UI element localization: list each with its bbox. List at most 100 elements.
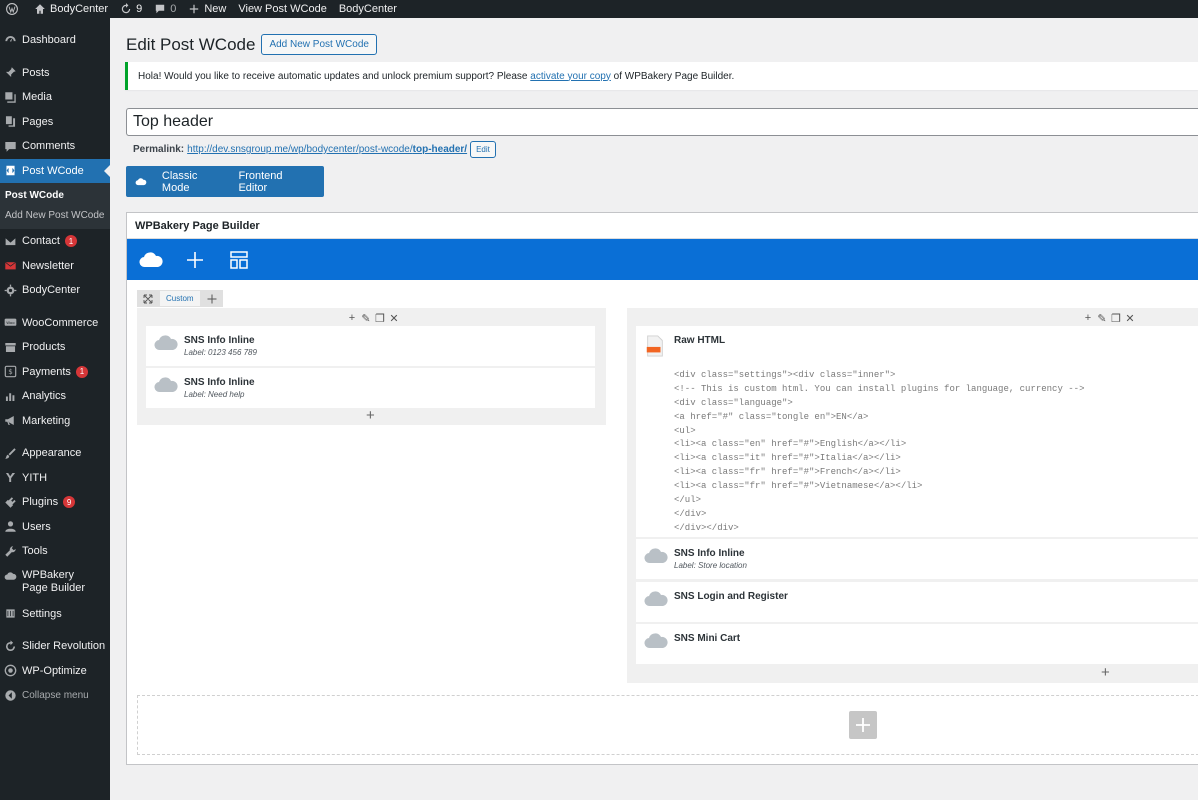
submenu-item-add-new[interactable]: Add New Post WCode xyxy=(0,205,110,225)
new-content-link[interactable]: New xyxy=(182,0,232,18)
sidebar-item-label: WPBakery Page Builder xyxy=(22,568,85,594)
permalink-slug: top-header/ xyxy=(412,144,468,155)
sidebar-item-slider-revolution[interactable]: Slider Revolution xyxy=(0,634,110,659)
column-add-plus-icon[interactable]: + xyxy=(1081,311,1095,325)
comments-link[interactable]: 0 xyxy=(148,0,182,18)
sidebar-item-bodycenter[interactable]: BodyCenter xyxy=(0,278,110,303)
view-post-link[interactable]: View Post WCode xyxy=(232,0,332,18)
column-delete-close-icon[interactable]: ✕ xyxy=(387,311,401,325)
add-new-post-button[interactable]: Add New Post WCode xyxy=(261,34,377,55)
notice-text-after: of WPBakery Page Builder. xyxy=(610,70,735,82)
contact-count-badge: 1 xyxy=(64,235,77,248)
column-add-plus-icon[interactable]: + xyxy=(345,311,359,325)
comments-icon xyxy=(4,140,17,153)
sidebar-item-label: Pages xyxy=(22,115,54,128)
sidebar-item-woocommerce[interactable]: Woo WooCommerce xyxy=(0,311,110,336)
sidebar-item-media[interactable]: Media xyxy=(0,85,110,110)
sidebar-item-label: WP-Optimize xyxy=(22,664,87,677)
sidebar-item-label: Media xyxy=(22,91,52,104)
raw-html-code: <div class="settings"><div class="inner"… xyxy=(674,355,1084,536)
code-line: </ul> xyxy=(674,495,702,506)
sidebar-item-dashboard[interactable]: Dashboard xyxy=(0,28,110,53)
sidebar-item-wp-optimize[interactable]: WP-Optimize xyxy=(0,659,110,684)
updates-link[interactable]: 9 xyxy=(114,0,148,18)
element-sns-mini-cart[interactable]: SNS Mini Cart xyxy=(636,624,1198,664)
element-sns-login-register[interactable]: SNS Login and Register xyxy=(636,582,1198,622)
sidebar-item-plugins[interactable]: Plugins 9 xyxy=(0,490,110,515)
svg-text:$: $ xyxy=(8,367,13,376)
element-label: Label: Need help xyxy=(184,390,245,399)
permalink-link[interactable]: http://dev.snsgroup.me/wp/bodycenter/pos… xyxy=(187,144,467,155)
sidebar-item-appearance[interactable]: Appearance xyxy=(0,441,110,466)
code-line: </div></div> xyxy=(674,522,739,533)
sidebar-item-payments[interactable]: $ Payments 1 xyxy=(0,360,110,385)
permalink-base: http://dev.snsgroup.me/wp/bodycenter/pos… xyxy=(187,144,413,155)
admin-sidebar: Dashboard Posts Media Pages Comments Pos… xyxy=(0,18,110,800)
column-clone-icon[interactable]: ❐ xyxy=(373,311,387,325)
media-icon xyxy=(4,91,17,104)
sidebar-item-settings[interactable]: Settings xyxy=(0,602,110,627)
theme-link[interactable]: BodyCenter xyxy=(333,0,403,18)
element-sns-info-inline[interactable]: SNS Info Inline Label: Need help xyxy=(146,368,595,408)
new-label: New xyxy=(204,3,227,15)
column-edit-pencil-icon[interactable]: ✎ xyxy=(359,311,373,325)
sidebar-item-users[interactable]: Users xyxy=(0,515,110,540)
sidebar-item-analytics[interactable]: Analytics xyxy=(0,384,110,409)
add-section-plus-button[interactable] xyxy=(849,711,877,739)
pages-icon xyxy=(4,115,17,128)
element-title: SNS Mini Cart xyxy=(674,633,741,644)
element-raw-html[interactable]: Raw HTML <div class="settings"><div clas… xyxy=(636,326,1198,537)
code-line: <li><a class="it" href="#">Italia</a></l… xyxy=(674,453,901,464)
post-title-input[interactable]: Top header xyxy=(126,108,1198,136)
element-sns-info-inline[interactable]: SNS Info Inline Label: Store location xyxy=(636,539,1198,579)
sidebar-item-pages[interactable]: Pages xyxy=(0,110,110,135)
comments-count: 0 xyxy=(170,3,177,15)
classic-mode-button[interactable]: Classic Mode xyxy=(162,170,223,194)
templates-layout-icon[interactable] xyxy=(227,248,251,272)
code-line: <div class="settings"><div class="inner"… xyxy=(674,369,896,380)
sidebar-item-posts[interactable]: Posts xyxy=(0,61,110,86)
frontend-editor-button[interactable]: Frontend Editor xyxy=(238,170,308,194)
site-name-link[interactable]: BodyCenter xyxy=(28,0,114,18)
sidebar-item-contact[interactable]: Contact 1 xyxy=(0,229,110,254)
edit-slug-button[interactable]: Edit xyxy=(470,141,496,158)
element-title: SNS Info Inline xyxy=(674,548,745,559)
sidebar-item-label: WooCommerce xyxy=(22,316,99,329)
element-title: SNS Login and Register xyxy=(674,591,788,602)
sidebar-item-wpbakery[interactable]: WPBakery Page Builder xyxy=(0,564,110,602)
column-add-element-plus-icon[interactable]: + xyxy=(1101,665,1110,680)
main-content: Edit Post WCode Add New Post WCode Hola!… xyxy=(110,18,1198,800)
post-title-value: Top header xyxy=(133,113,214,130)
sidebar-item-post-wcode[interactable]: Post WCode xyxy=(0,158,110,183)
collapse-menu-button[interactable]: Collapse menu xyxy=(0,683,110,708)
woo-icon: Woo xyxy=(4,316,17,329)
row-tab-custom[interactable]: Custom xyxy=(159,290,201,307)
column-clone-icon[interactable]: ❐ xyxy=(1109,311,1123,325)
column-add-element-plus-icon[interactable]: + xyxy=(366,408,375,423)
element-sns-info-inline[interactable]: SNS Info Inline Label: 0123 456 789 xyxy=(146,326,595,366)
sidebar-item-tools[interactable]: Tools xyxy=(0,539,110,564)
element-label: Label: 0123 456 789 xyxy=(184,348,257,357)
sidebar-item-label: Users xyxy=(22,520,51,533)
gear-icon xyxy=(4,284,17,297)
submenu-item-post-wcode[interactable]: Post WCode xyxy=(0,185,110,205)
wp-logo-icon[interactable] xyxy=(0,0,28,18)
code-line: </div> xyxy=(674,508,707,519)
permalink-row: Permalink: http://dev.snsgroup.me/wp/bod… xyxy=(133,141,496,158)
sidebar-item-label: Marketing xyxy=(22,414,71,427)
sidebar-item-comments[interactable]: Comments xyxy=(0,134,110,159)
sidebar-item-yith[interactable]: YITH xyxy=(0,466,110,491)
activate-copy-link[interactable]: activate your copy xyxy=(530,71,611,82)
refresh-icon xyxy=(4,640,17,653)
payments-count-badge: 1 xyxy=(75,365,88,378)
row-add-column-plus-icon[interactable] xyxy=(200,290,223,307)
row-move-icon[interactable] xyxy=(137,290,159,307)
builder-title: WPBakery Page Builder xyxy=(127,213,1198,239)
builder-logo-cloud-icon[interactable] xyxy=(139,248,163,272)
sidebar-item-marketing[interactable]: Marketing xyxy=(0,409,110,434)
add-element-plus-icon[interactable] xyxy=(183,248,207,272)
column-edit-pencil-icon[interactable]: ✎ xyxy=(1095,311,1109,325)
sidebar-item-products[interactable]: Products xyxy=(0,335,110,360)
column-delete-close-icon[interactable]: ✕ xyxy=(1123,311,1137,325)
sidebar-item-newsletter[interactable]: Newsletter xyxy=(0,254,110,279)
